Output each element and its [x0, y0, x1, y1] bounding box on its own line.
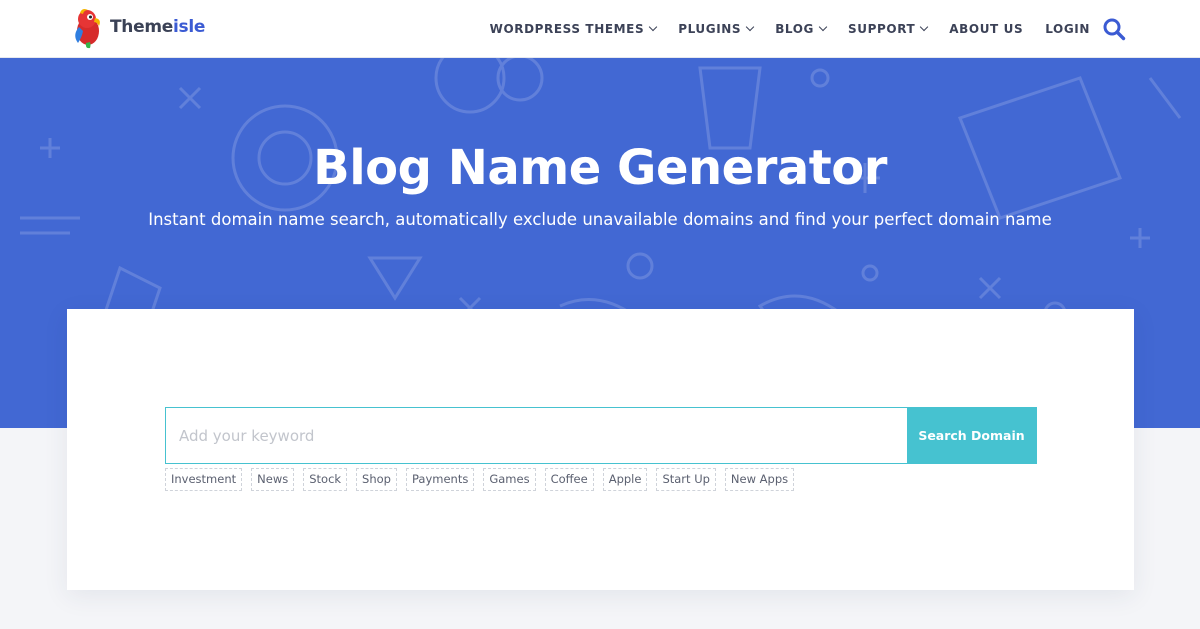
tag-new-apps[interactable]: New Apps — [724, 468, 795, 491]
nav-item-label: LOGIN — [1045, 22, 1090, 36]
nav-item-label: PLUGINS — [678, 22, 742, 36]
brand-name-part2: isle — [172, 17, 206, 37]
tag-games[interactable]: Games — [483, 468, 536, 491]
tag-apple[interactable]: Apple — [602, 468, 648, 491]
search-button[interactable] — [1102, 17, 1126, 41]
chevron-down-icon — [648, 22, 658, 32]
nav-item-label: WORDPRESS THEMES — [489, 22, 645, 36]
parrot-logo-icon — [75, 9, 100, 49]
nav-item-label: BLOG — [775, 22, 815, 36]
search-domain-button[interactable]: Search Domain — [907, 408, 1036, 463]
keyword-input[interactable] — [166, 408, 907, 463]
logo[interactable]: Themeisle — [66, 5, 205, 49]
tag-stock[interactable]: Stock — [303, 468, 348, 491]
nav-item-label: ABOUT US — [949, 22, 1024, 36]
tag-shop[interactable]: Shop — [356, 468, 397, 491]
brand-name-part1: Theme — [110, 17, 173, 37]
nav-item-about-us[interactable]: ABOUT US — [949, 22, 1023, 36]
nav-item-login[interactable]: LOGIN — [1045, 22, 1090, 36]
tag-investment[interactable]: Investment — [165, 468, 243, 491]
tag-news[interactable]: News — [251, 468, 295, 491]
nav-item-wordpress-themes[interactable]: WORDPRESS THEMES — [489, 22, 658, 36]
chevron-down-icon — [745, 22, 755, 32]
main-nav: WORDPRESS THEMES PLUGINS BLOG SUPPORT AB… — [468, 0, 1130, 58]
nav-item-blog[interactable]: BLOG — [775, 22, 828, 36]
page-title: Blog Name Generator — [313, 140, 887, 196]
brand-name: Themeisle — [110, 17, 205, 37]
nav-item-label: SUPPORT — [848, 22, 916, 36]
search-icon — [1103, 18, 1126, 41]
search-card: Search Domain Investment News Stock Shop… — [67, 309, 1134, 590]
suggestion-tags: Investment News Stock Shop Payments Game… — [165, 468, 803, 491]
nav-item-support[interactable]: SUPPORT — [848, 22, 929, 36]
chevron-down-icon — [920, 22, 929, 32]
tag-payments[interactable]: Payments — [405, 468, 475, 491]
domain-search-form: Search Domain — [165, 407, 1037, 464]
tag-start-up[interactable]: Start Up — [656, 468, 716, 491]
tag-coffee[interactable]: Coffee — [544, 468, 594, 491]
nav-item-plugins[interactable]: PLUGINS — [678, 22, 755, 36]
page-subtitle: Instant domain name search, automaticall… — [148, 210, 1052, 229]
site-header: Themeisle WORDPRESS THEMES PLUGINS BLOG … — [0, 0, 1200, 58]
chevron-down-icon — [818, 22, 828, 32]
